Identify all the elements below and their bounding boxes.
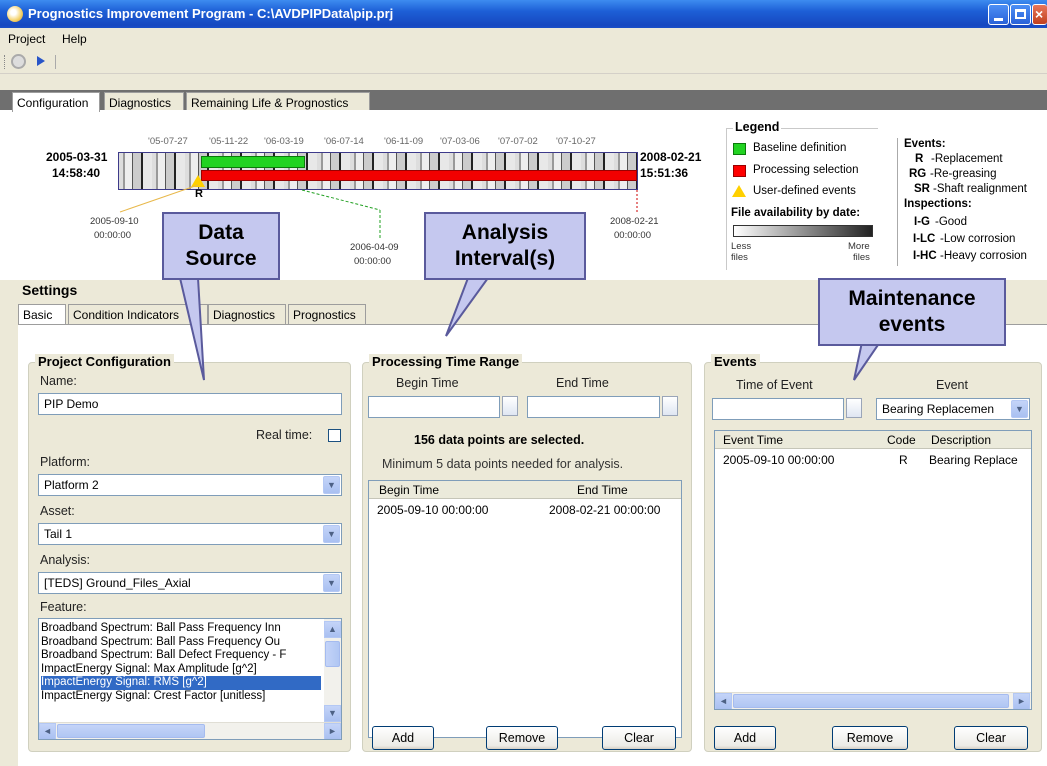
callout-line: Data [198,221,244,244]
callout-line: Interval(s) [454,247,556,270]
callout-pointer [178,277,205,381]
callout-pointer [445,277,490,337]
callout-line: Source [185,247,257,270]
callout-pointers [178,277,882,381]
callout-line: Analysis [461,221,549,244]
callout-pointer [853,341,882,381]
analysis-interval-callout: Analysis Interval(s) [424,212,586,280]
data-source-callout: Data Source [162,212,280,280]
tab-basic[interactable]: Basic [18,304,66,324]
tab-configuration[interactable]: Configuration [12,92,100,112]
maintenance-events-callout: Maintenance events [818,278,1006,346]
callout-line: Maintenance [848,287,976,310]
callout-line: events [878,313,946,336]
